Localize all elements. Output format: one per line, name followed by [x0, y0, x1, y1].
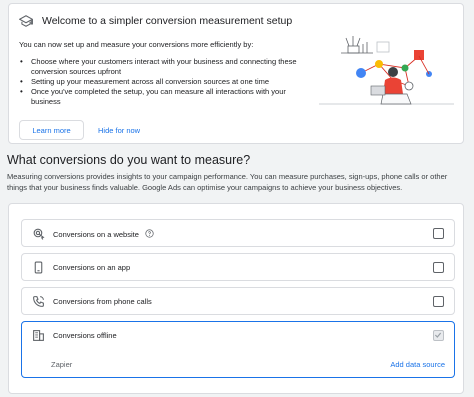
- data-source-name: Zapier: [51, 360, 73, 369]
- option-phone-calls-label: Conversions from phone calls: [53, 297, 152, 306]
- option-website-label: Conversions on a website: [53, 230, 139, 239]
- section-title: What conversions do you want to measure?: [7, 153, 251, 167]
- section-description: Measuring conversions provides insights …: [7, 172, 448, 192]
- checkmark-icon: [434, 332, 442, 338]
- banner-header: Welcome to a simpler conversion measurem…: [19, 14, 292, 28]
- hide-for-now-button[interactable]: Hide for now: [98, 120, 140, 140]
- option-phone-calls-checkbox[interactable]: [433, 296, 444, 307]
- welcome-illustration: [319, 36, 454, 105]
- option-app-checkbox[interactable]: [433, 262, 444, 273]
- graduation-cap-icon: [19, 15, 33, 27]
- option-offline-label: Conversions offline: [53, 331, 117, 340]
- option-offline[interactable]: Conversions offline Zapier Add data sour…: [21, 321, 455, 378]
- option-website[interactable]: Conversions on a website: [21, 219, 455, 247]
- banner-bullet: Choose where your customers interact wit…: [20, 57, 301, 77]
- learn-more-button[interactable]: Learn more: [19, 120, 84, 140]
- phone-icon: [34, 261, 43, 274]
- building-icon: [33, 330, 44, 341]
- welcome-banner: Welcome to a simpler conversion measurem…: [8, 3, 464, 144]
- banner-bullet-list: Choose where your customers interact wit…: [20, 57, 301, 107]
- help-circle-icon[interactable]: [145, 229, 154, 238]
- add-data-source-link[interactable]: Add data source: [390, 360, 445, 369]
- option-app[interactable]: Conversions on an app: [21, 253, 455, 281]
- option-label: Conversions on a website: [53, 229, 154, 239]
- banner-bullet: Once you've completed the setup, you can…: [20, 87, 301, 107]
- option-offline-checkbox[interactable]: [433, 330, 444, 341]
- phone-call-icon: [33, 296, 44, 307]
- banner-bullet: Setting up your measurement across all c…: [20, 77, 301, 87]
- banner-intro: You can now set up and measure your conv…: [19, 40, 254, 49]
- option-app-label: Conversions on an app: [53, 263, 131, 272]
- banner-title: Welcome to a simpler conversion measurem…: [42, 15, 293, 27]
- option-phone-calls[interactable]: Conversions from phone calls: [21, 287, 455, 315]
- option-website-checkbox[interactable]: [433, 228, 444, 239]
- conversion-options-panel: Conversions on a website Conversions on …: [8, 203, 464, 394]
- cursor-click-icon: [33, 228, 45, 240]
